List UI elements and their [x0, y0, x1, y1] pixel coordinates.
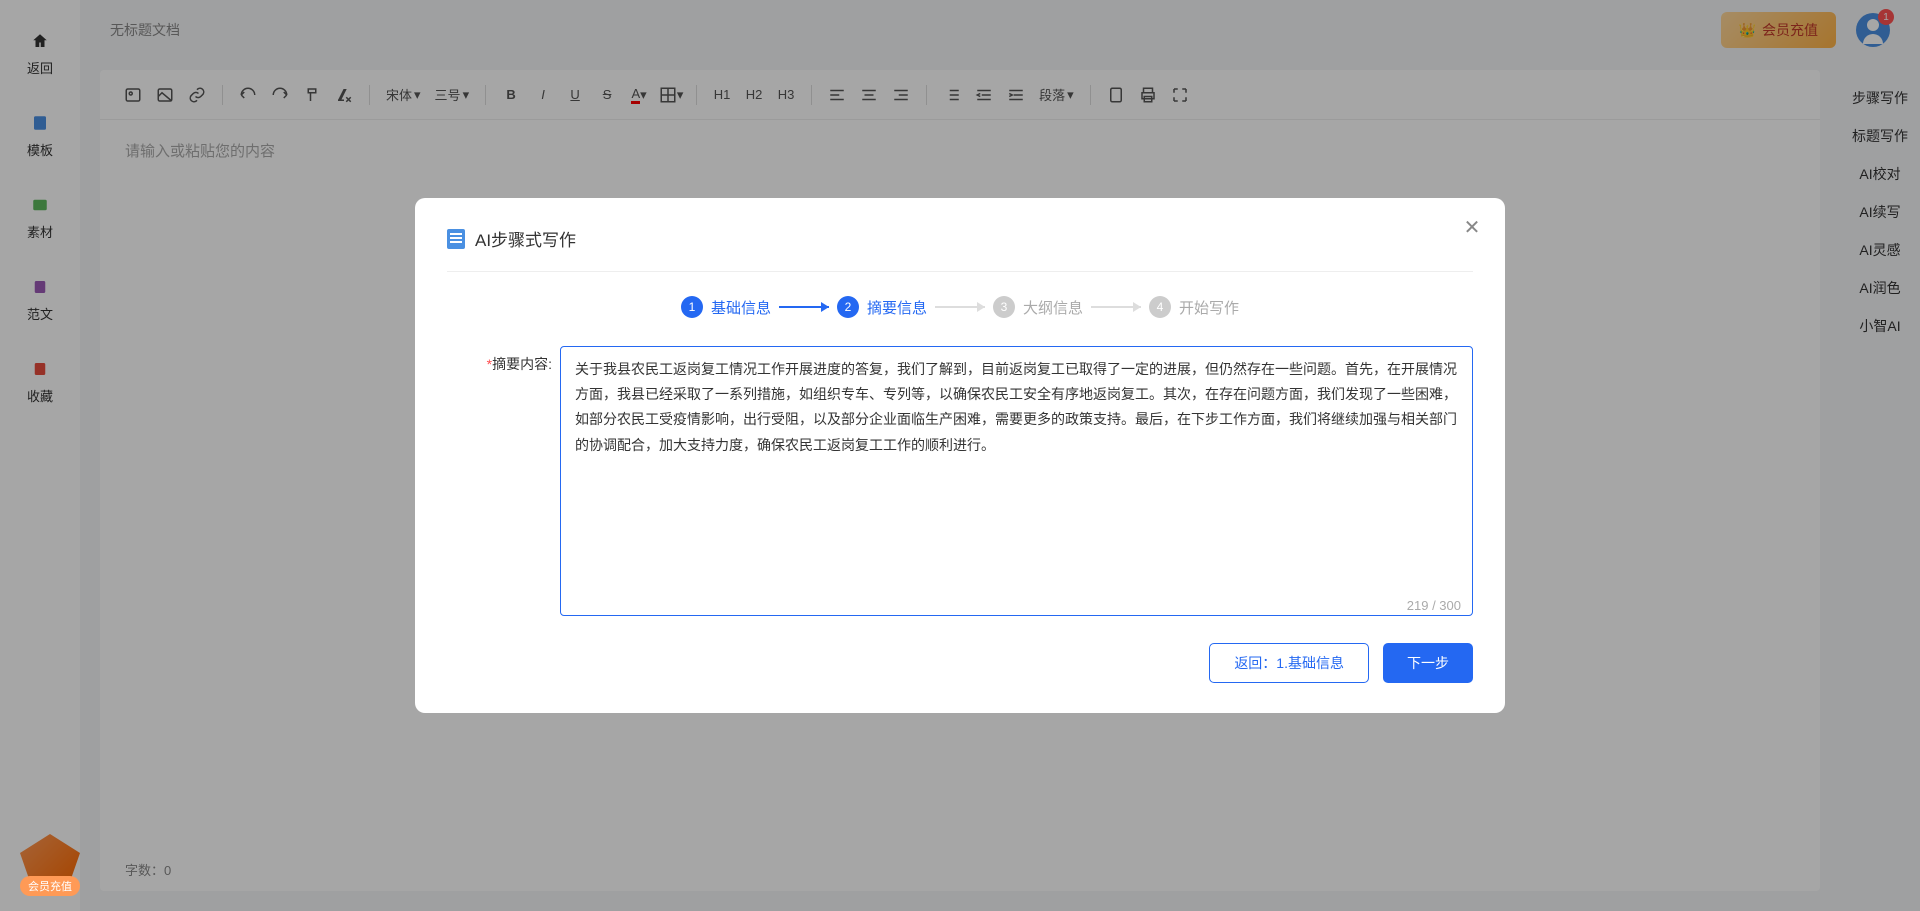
close-icon[interactable]: ✕: [1461, 216, 1483, 238]
modal-title-text: AI步骤式写作: [475, 226, 576, 251]
promo-label: 会员充值: [20, 876, 80, 896]
ai-step-write-modal: ✕ AI步骤式写作 1 基础信息 2 摘要信息 3 大纲信息 4: [415, 198, 1505, 713]
divider: [447, 271, 1473, 272]
next-button[interactable]: 下一步: [1383, 643, 1473, 683]
char-count: 219 / 300: [1407, 598, 1461, 613]
document-icon: [447, 229, 465, 249]
summary-textarea[interactable]: [560, 346, 1473, 616]
step-3: 3 大纲信息: [993, 296, 1083, 318]
arrow-icon: [779, 302, 829, 312]
step-2: 2 摘要信息: [837, 296, 927, 318]
arrow-icon: [935, 302, 985, 312]
step-indicator: 1 基础信息 2 摘要信息 3 大纲信息 4 开始写作: [447, 296, 1473, 318]
step-1: 1 基础信息: [681, 296, 771, 318]
step-4: 4 开始写作: [1149, 296, 1239, 318]
modal-overlay: ✕ AI步骤式写作 1 基础信息 2 摘要信息 3 大纲信息 4: [0, 0, 1920, 911]
back-button[interactable]: 返回：1.基础信息: [1209, 643, 1369, 683]
summary-label: *摘要内容:: [447, 346, 552, 621]
arrow-icon: [1091, 302, 1141, 312]
